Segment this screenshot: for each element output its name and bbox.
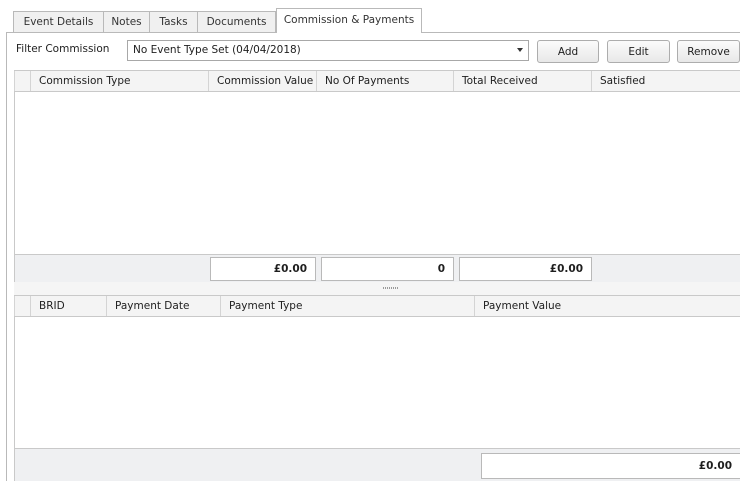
grip-icon xyxy=(383,287,399,289)
column-payment-date[interactable]: Payment Date xyxy=(106,296,220,316)
tab-documents[interactable]: Documents xyxy=(197,11,276,32)
payment-grid-body[interactable] xyxy=(14,317,740,448)
payment-grid-header: BRID Payment Date Payment Type Payment V… xyxy=(14,295,740,317)
tab-commission-payments[interactable]: Commission & Payments xyxy=(276,8,422,33)
chevron-down-icon[interactable] xyxy=(517,48,523,52)
payment-grid-footer: £0.00 xyxy=(14,448,740,481)
column-brid[interactable]: BRID xyxy=(30,296,106,316)
filter-commission-value: No Event Type Set (04/04/2018) xyxy=(133,44,301,56)
column-commission-value[interactable]: Commission Value xyxy=(208,71,316,91)
commission-value-total: £0.00 xyxy=(210,257,316,281)
tab-notes[interactable]: Notes xyxy=(103,11,150,32)
column-payment-value[interactable]: Payment Value xyxy=(474,296,740,316)
column-payment-type[interactable]: Payment Type xyxy=(220,296,474,316)
commission-grid-footer: £0.00 0 £0.00 xyxy=(14,254,740,282)
add-button[interactable]: Add xyxy=(537,40,599,63)
filter-commission-dropdown[interactable]: No Event Type Set (04/04/2018) xyxy=(127,40,529,61)
grid-splitter[interactable] xyxy=(14,282,740,295)
filter-commission-label: Filter Commission xyxy=(16,43,110,55)
column-no-of-payments[interactable]: No Of Payments xyxy=(316,71,453,91)
column-satisfied[interactable]: Satisfied xyxy=(591,71,740,91)
edit-button[interactable]: Edit xyxy=(607,40,670,63)
no-of-payments-total: 0 xyxy=(321,257,454,281)
payment-value-total: £0.00 xyxy=(481,453,740,479)
total-received-total: £0.00 xyxy=(459,257,592,281)
row-indicator-header xyxy=(14,71,30,91)
row-indicator-header xyxy=(14,296,30,316)
column-commission-type[interactable]: Commission Type xyxy=(30,71,208,91)
commission-grid-header: Commission Type Commission Value No Of P… xyxy=(14,70,740,92)
remove-button[interactable]: Remove xyxy=(677,40,740,63)
column-total-received[interactable]: Total Received xyxy=(453,71,591,91)
tab-event-details[interactable]: Event Details xyxy=(13,11,104,32)
tab-tasks[interactable]: Tasks xyxy=(149,11,198,32)
commission-grid-body[interactable] xyxy=(14,92,740,254)
